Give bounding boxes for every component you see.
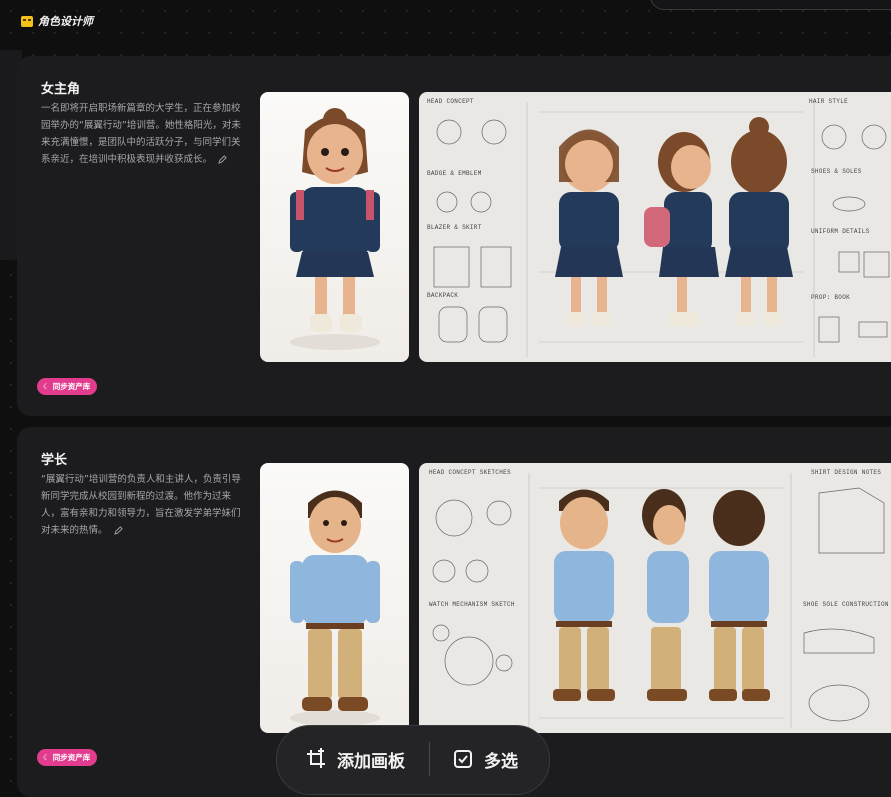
sync-asset-button[interactable]: ☾ 同步资产库 <box>37 378 98 395</box>
character-portrait[interactable] <box>260 463 409 733</box>
sheet-label: UNIFORM DETAILS <box>811 228 870 235</box>
crop-add-icon <box>307 748 325 768</box>
bottom-toolbar: 添加画板 多选 <box>276 725 550 795</box>
sync-icon: ☾ <box>43 382 50 391</box>
sheet-label: WATCH MECHANISM SKETCH <box>429 601 515 608</box>
multi-select-button[interactable]: 多选 <box>452 742 518 776</box>
app-header: 角色设计师 <box>20 10 93 32</box>
character-name: 学长 <box>41 453 68 468</box>
sheet-label: BADGE & EMBLEM <box>427 170 482 177</box>
top-status-pill <box>650 0 891 10</box>
description-text: 一名即将开启职场新篇章的大学生，正在参加校园举办的“展翼行动”培训营。她性格阳光… <box>41 103 241 165</box>
sheet-label: SHOE SOLE CONSTRUCTION <box>803 601 889 608</box>
app-title: 角色设计师 <box>38 15 93 28</box>
multi-select-label: 多选 <box>484 751 518 772</box>
character-portrait[interactable] <box>260 92 409 362</box>
checkbox-icon <box>454 750 472 768</box>
edit-icon[interactable] <box>218 155 227 164</box>
edit-icon[interactable] <box>113 526 123 535</box>
character-description: “展翼行动”培训营的负责人和主讲人，负责引导新同学完成从校园到新程的过渡。他作为… <box>41 471 241 539</box>
toolbar-divider <box>429 742 430 776</box>
sheet-label: SHOES & SOLES <box>811 168 862 175</box>
sheet-label: BLAZER & SKIRT <box>427 224 482 231</box>
sync-asset-button[interactable]: ☾ 同步资产库 <box>37 749 98 766</box>
character-turnaround-sheet[interactable]: HEAD CONCEPT SKETCHES WATCH MECHANISM SK… <box>419 463 891 733</box>
sheet-label: HEAD CONCEPT <box>427 98 474 105</box>
sheet-label: HAIR STYLE <box>809 98 849 105</box>
sheet-label: PROP: BOOK <box>811 294 851 301</box>
crown-icon <box>21 16 33 27</box>
character-description: 一名即将开启职场新篇章的大学生，正在参加校园举办的“展翼行动”培训营。她性格阳光… <box>41 100 241 168</box>
sync-label: 同步资产库 <box>52 382 91 391</box>
sync-icon: ☾ <box>43 753 50 762</box>
sheet-label: HEAD CONCEPT SKETCHES <box>429 469 511 476</box>
character-card-heroine[interactable]: 女主角 一名即将开启职场新篇章的大学生，正在参加校园举办的“展翼行动”培训营。她… <box>17 56 891 416</box>
sheet-label: BACKPACK <box>427 292 459 299</box>
description-text: “展翼行动”培训营的负责人和主讲人，负责引导新同学完成从校园到新程的过渡。他作为… <box>41 474 241 536</box>
character-turnaround-sheet[interactable]: HEAD CONCEPT BADGE & EMBLEM BLAZER & SKI… <box>419 92 891 362</box>
sheet-label: SHIRT DESIGN NOTES <box>811 469 882 476</box>
add-canvas-button[interactable]: 添加画板 <box>305 742 405 776</box>
sync-label: 同步资产库 <box>52 753 91 762</box>
add-canvas-label: 添加画板 <box>337 751 405 772</box>
character-name: 女主角 <box>41 82 81 97</box>
